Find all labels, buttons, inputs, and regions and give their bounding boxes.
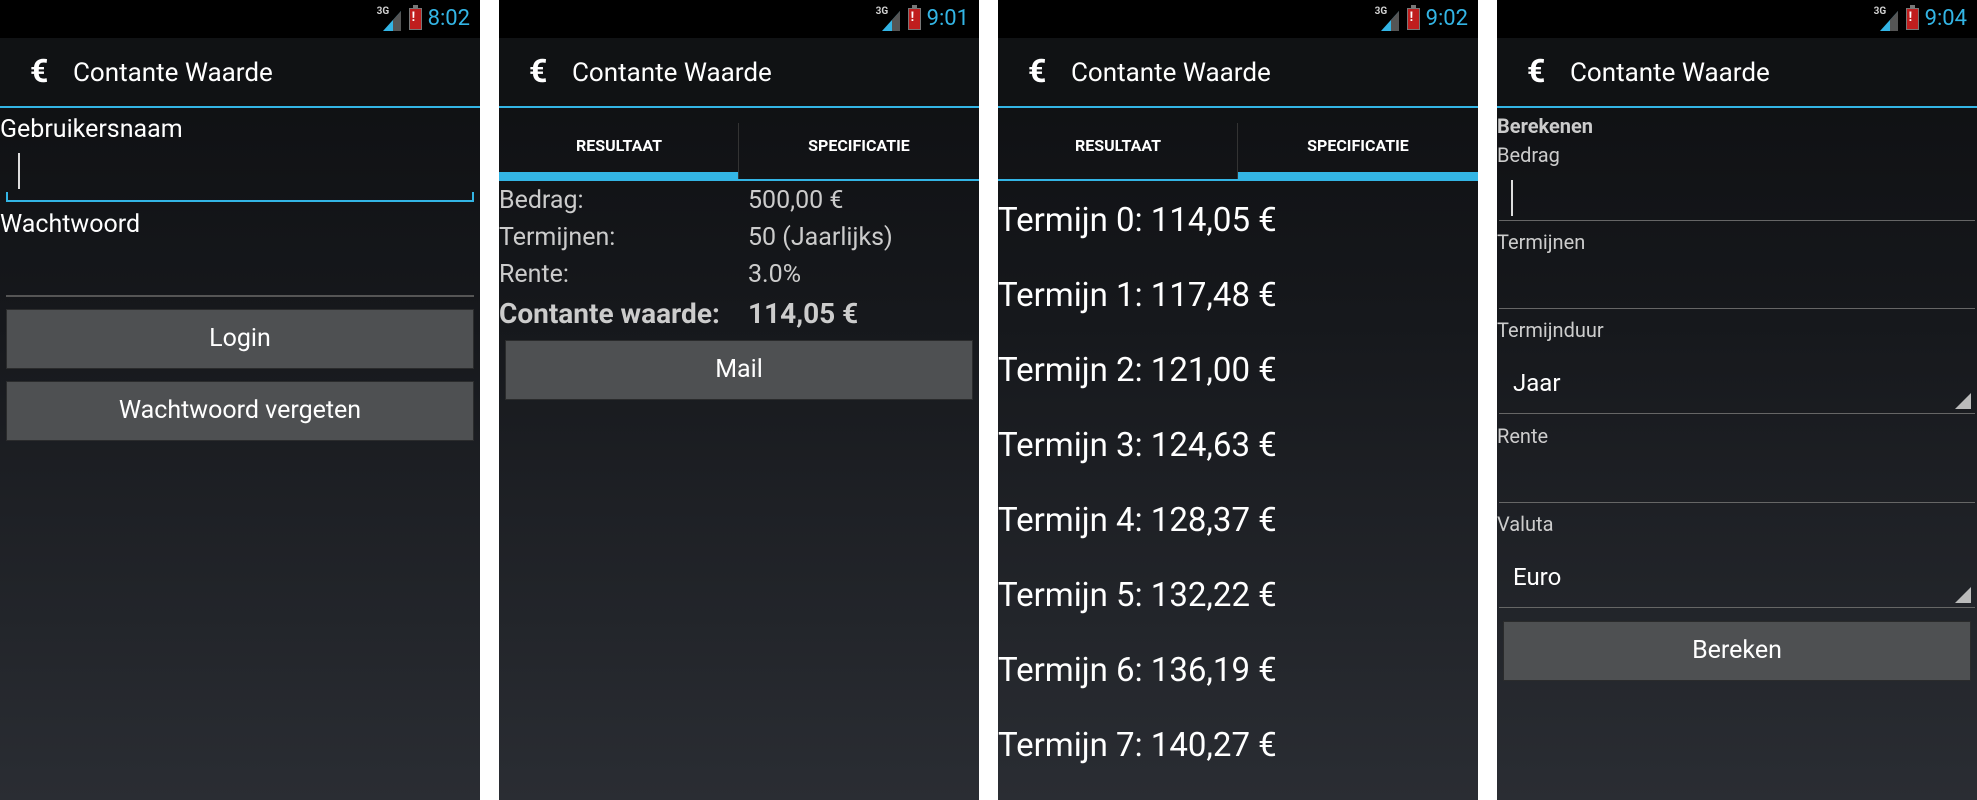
action-bar: € Contante Waarde	[998, 38, 1478, 108]
login-screen: 3G ! 8:02 € Contante Waarde Gebruikersna…	[0, 0, 480, 800]
app-title: Contante Waarde	[1570, 58, 1770, 88]
battery-alert-icon: !	[408, 4, 422, 30]
text-caret	[1511, 180, 1513, 216]
list-item: Termijn 6: 136,19 €	[998, 651, 1277, 690]
password-label: Wachtwoord	[0, 210, 141, 239]
list-item: Termijn 7: 140,27 €	[998, 726, 1277, 765]
tab-specificatie[interactable]: SPECIFICATIE	[1238, 123, 1478, 179]
app-title: Contante Waarde	[1071, 58, 1271, 88]
tab-specificatie[interactable]: SPECIFICATIE	[739, 123, 979, 179]
section-title: Berekenen	[1497, 114, 1594, 138]
row-value: 3.0%	[748, 260, 802, 289]
row-label: Rente:	[499, 260, 569, 289]
spinner-arrow-icon	[1955, 587, 1971, 603]
list-item: Termijn 3: 124,63 €	[998, 426, 1277, 465]
spinner-arrow-icon	[1955, 393, 1971, 409]
list-item: Termijn 1: 117,48 €	[998, 276, 1277, 315]
status-bar: 3G ! 9:04	[1497, 0, 1977, 38]
clock: 9:02	[1425, 6, 1468, 31]
row-label: Contante waarde:	[499, 297, 720, 330]
currency-value: Euro	[1513, 563, 1562, 591]
tab-resultaat[interactable]: RESULTAAT	[499, 123, 739, 179]
signal-icon: 3G	[377, 6, 403, 31]
row-label: Bedrag:	[499, 186, 584, 215]
clock: 8:02	[427, 6, 470, 31]
password-field[interactable]	[6, 255, 474, 297]
terms-label: Termijnen	[1497, 230, 1586, 254]
clock: 9:01	[926, 6, 969, 31]
battery-alert-icon: !	[1406, 4, 1420, 30]
tab-bar: RESULTAAT SPECIFICATIE	[998, 123, 1478, 181]
clock: 9:04	[1924, 6, 1967, 31]
list-item: Termijn 5: 132,22 €	[998, 576, 1277, 615]
calculate-screen: 3G ! 9:04 € Contante Waarde Berekenen Be…	[1497, 0, 1977, 800]
result-screen: 3G ! 9:01 € Contante Waarde RESULTAAT SP…	[499, 0, 979, 800]
row-label: Termijnen:	[499, 223, 616, 252]
signal-icon: 3G	[1375, 6, 1401, 31]
list-item: Termijn 4: 128,37 €	[998, 501, 1277, 540]
row-value: 114,05 €	[748, 297, 859, 330]
amount-field[interactable]	[1499, 174, 1975, 221]
duration-spinner[interactable]: Jaar	[1499, 359, 1975, 414]
status-bar: 3G ! 9:02	[998, 0, 1478, 38]
text-caret	[18, 153, 20, 189]
action-bar: € Contante Waarde	[499, 38, 979, 108]
tab-bar: RESULTAAT SPECIFICATIE	[499, 123, 979, 181]
status-bar: 3G ! 8:02	[0, 0, 480, 38]
euro-logo-icon: €	[30, 52, 49, 90]
row-value: 50 (Jaarlijks)	[748, 223, 893, 252]
terms-field[interactable]	[1499, 262, 1975, 309]
specification-screen: 3G ! 9:02 € Contante Waarde RESULTAAT SP…	[998, 0, 1478, 800]
euro-logo-icon: €	[529, 52, 548, 90]
currency-spinner[interactable]: Euro	[1499, 553, 1975, 608]
battery-alert-icon: !	[1905, 4, 1919, 30]
battery-alert-icon: !	[907, 4, 921, 30]
app-title: Contante Waarde	[572, 58, 772, 88]
euro-logo-icon: €	[1527, 52, 1546, 90]
tab-resultaat[interactable]: RESULTAAT	[998, 123, 1238, 179]
rate-field[interactable]	[1499, 456, 1975, 503]
username-label: Gebruikersnaam	[0, 115, 183, 144]
calculate-button[interactable]: Bereken	[1503, 621, 1971, 681]
login-button[interactable]: Login	[6, 309, 474, 369]
action-bar: € Contante Waarde	[1497, 38, 1977, 108]
duration-value: Jaar	[1513, 369, 1561, 397]
signal-icon: 3G	[1874, 6, 1900, 31]
currency-label: Valuta	[1497, 512, 1554, 536]
app-title: Contante Waarde	[73, 58, 273, 88]
status-bar: 3G ! 9:01	[499, 0, 979, 38]
mail-button[interactable]: Mail	[505, 340, 973, 400]
duration-label: Termijnduur	[1497, 318, 1604, 342]
action-bar: € Contante Waarde	[0, 38, 480, 108]
euro-logo-icon: €	[1028, 52, 1047, 90]
amount-label: Bedrag	[1497, 143, 1560, 167]
signal-icon: 3G	[876, 6, 902, 31]
row-value: 500,00 €	[748, 186, 844, 215]
forgot-password-button[interactable]: Wachtwoord vergeten	[6, 381, 474, 441]
list-item: Termijn 2: 121,00 €	[998, 351, 1277, 390]
username-field[interactable]	[6, 150, 474, 202]
list-item: Termijn 0: 114,05 €	[998, 201, 1277, 240]
rate-label: Rente	[1497, 424, 1549, 448]
